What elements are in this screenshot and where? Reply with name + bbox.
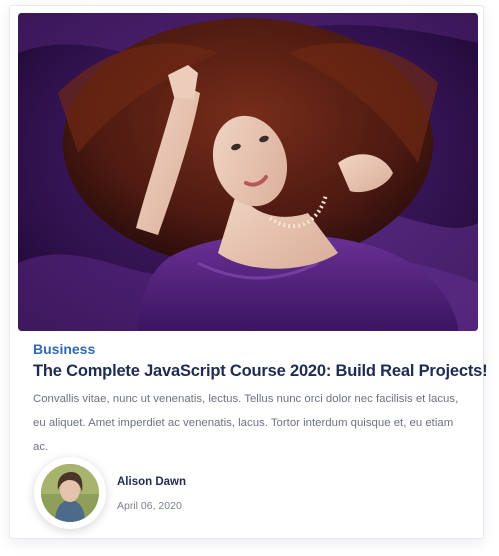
- post-category-link[interactable]: Business: [33, 341, 95, 357]
- author-name-link[interactable]: Alison Dawn: [117, 476, 186, 488]
- woman-in-purple-fabric-photo: [18, 13, 478, 331]
- author-avatar-image: [41, 464, 99, 522]
- author-avatar[interactable]: [34, 457, 106, 529]
- post-excerpt: Convallis vitae, nunc ut venenatis, lect…: [33, 393, 459, 453]
- blog-post-card[interactable]: Business The Complete JavaScript Course …: [9, 5, 488, 539]
- post-title-link[interactable]: The Complete JavaScript Course 2020: Bui…: [33, 362, 488, 381]
- author-avatar-photo: [41, 464, 99, 522]
- post-featured-image[interactable]: [18, 13, 478, 331]
- post-date: April 06, 2020: [117, 500, 182, 512]
